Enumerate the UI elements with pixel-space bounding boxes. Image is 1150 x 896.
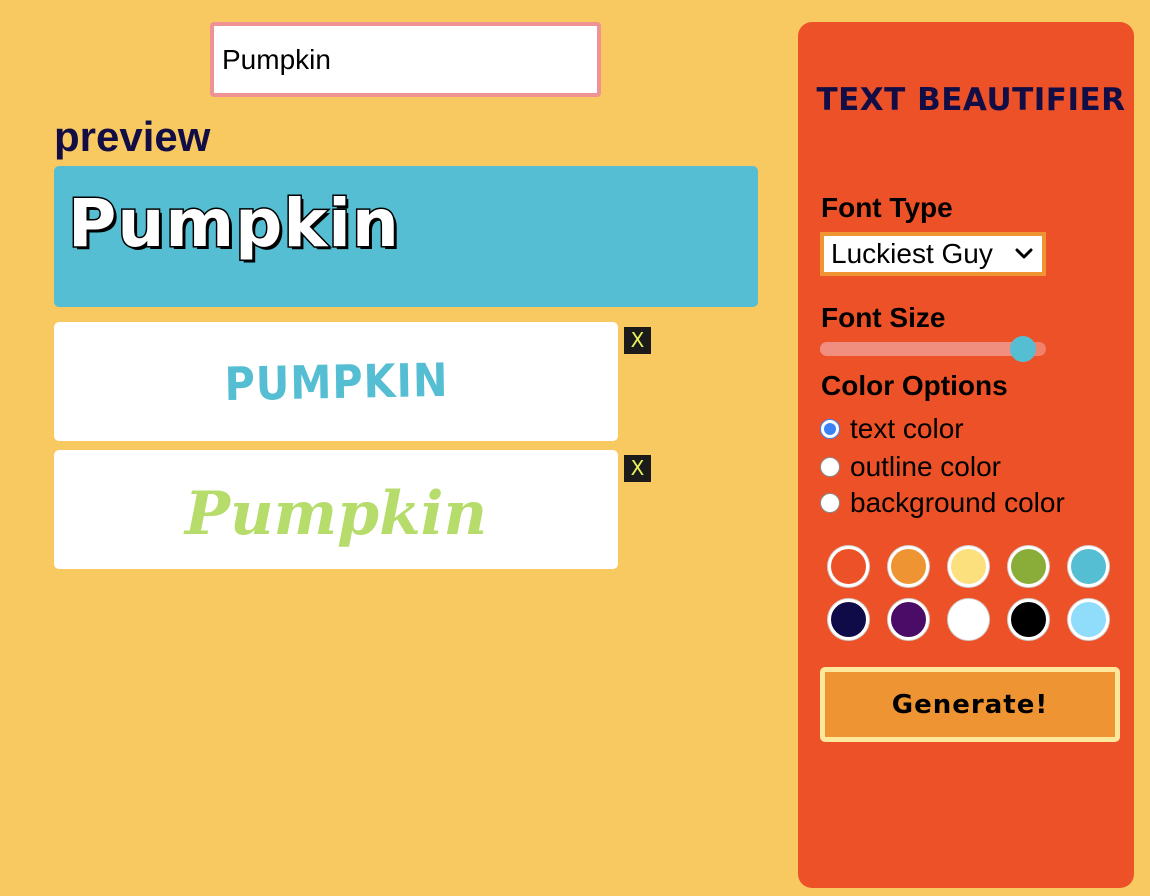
radio-background-color[interactable]: background color <box>820 487 1065 519</box>
result-card: PUMPKIN <box>54 322 618 441</box>
color-swatch[interactable] <box>1068 546 1109 587</box>
delete-result-button[interactable]: X <box>624 327 651 354</box>
radio-label: background color <box>850 487 1065 518</box>
radio-label: text color <box>850 413 964 444</box>
color-swatch[interactable] <box>1068 599 1109 640</box>
radio-text-color[interactable]: text color <box>820 413 964 445</box>
slider-fill <box>820 342 1024 356</box>
delete-result-button[interactable]: X <box>624 455 651 482</box>
color-swatch[interactable] <box>828 599 869 640</box>
chevron-down-icon <box>1015 248 1033 259</box>
radio-button[interactable] <box>820 457 840 477</box>
font-type-value: Luckiest Guy <box>831 238 993 269</box>
panel-title: TEXT BEAUTIFIER <box>816 82 1126 118</box>
color-options-label: Color Options <box>821 370 1008 401</box>
color-swatch-grid <box>828 546 1112 640</box>
font-type-label: Font Type <box>821 192 953 223</box>
result-text: Pumpkin <box>184 478 488 549</box>
font-type-select[interactable]: Luckiest Guy <box>820 232 1046 276</box>
settings-panel: TEXT BEAUTIFIER Font Type Luckiest Guy F… <box>798 22 1134 888</box>
color-swatch[interactable] <box>828 546 869 587</box>
color-swatch[interactable] <box>948 599 989 640</box>
color-swatch[interactable] <box>888 546 929 587</box>
preview-text: Pumpkin <box>67 185 401 262</box>
font-size-slider[interactable] <box>820 336 1046 362</box>
radio-button[interactable] <box>820 493 840 513</box>
result-text: PUMPKIN <box>223 352 449 411</box>
radio-button[interactable] <box>820 419 840 439</box>
preview-heading: preview <box>54 113 211 160</box>
preview-box: Pumpkin <box>54 166 758 307</box>
color-swatch[interactable] <box>888 599 929 640</box>
result-card: Pumpkin <box>54 450 618 569</box>
font-size-label: Font Size <box>821 302 946 333</box>
color-swatch[interactable] <box>1008 546 1049 587</box>
radio-outline-color[interactable]: outline color <box>820 451 1001 483</box>
color-swatch[interactable] <box>1008 599 1049 640</box>
color-swatch[interactable] <box>948 546 989 587</box>
app-page: preview Pumpkin PUMPKIN X Pumpkin X TEXT… <box>0 0 1150 896</box>
text-input[interactable] <box>210 22 601 97</box>
generate-button[interactable]: Generate! <box>820 667 1120 742</box>
slider-thumb[interactable] <box>1010 336 1037 362</box>
radio-label: outline color <box>850 451 1001 482</box>
